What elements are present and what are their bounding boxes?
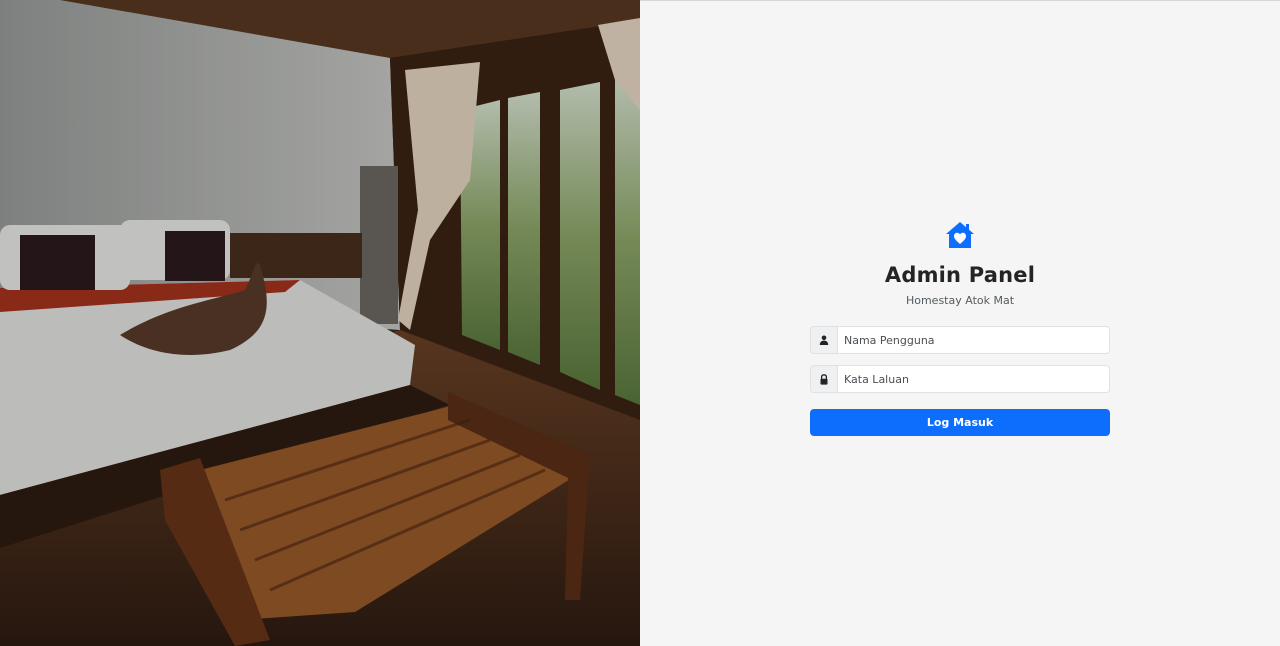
lock-icon	[811, 366, 838, 392]
password-input[interactable]	[838, 366, 1109, 392]
password-field	[810, 365, 1110, 393]
page-title: Admin Panel	[884, 263, 1036, 287]
username-field	[810, 326, 1110, 354]
login-panel: Admin Panel Homestay Atok Mat Nama Pengg…	[640, 0, 1280, 646]
house-heart-icon	[946, 222, 974, 248]
username-input[interactable]	[838, 327, 1109, 353]
page-subtitle: Homestay Atok Mat	[905, 294, 1015, 307]
login-button[interactable]: Log Masuk	[810, 409, 1110, 436]
user-icon	[811, 327, 838, 353]
login-form: Admin Panel Homestay Atok Mat Nama Pengg…	[810, 219, 1110, 436]
hero-bedroom-image	[0, 0, 640, 646]
